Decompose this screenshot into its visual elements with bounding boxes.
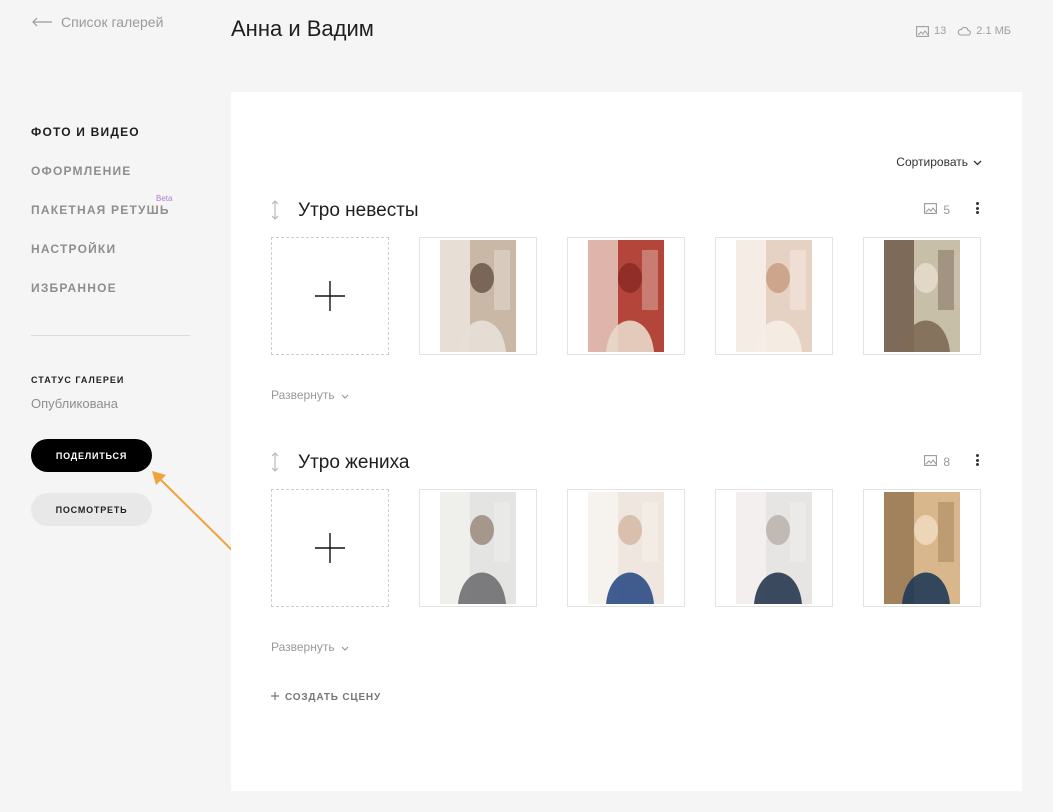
cloud-icon: [957, 26, 972, 36]
photo-thumbnail[interactable]: [419, 489, 537, 607]
storage-size: 2.1 МБ: [976, 25, 1011, 37]
photo-thumbnail[interactable]: [715, 489, 833, 607]
main-panel: Сортировать Утро невесты 5 Развернуть Ут…: [231, 92, 1022, 791]
add-photo-button[interactable]: [271, 237, 389, 355]
plus-icon: [271, 692, 279, 703]
back-link-label: Список галерей: [61, 14, 164, 30]
scene-title: Утро жениха: [298, 452, 410, 473]
drag-handle-icon[interactable]: [271, 200, 279, 225]
photo-grid: [271, 237, 981, 355]
photo-grid: [271, 489, 981, 607]
scene-photo-count: 5: [924, 203, 950, 217]
scene-count-value: 5: [943, 203, 950, 217]
plus-icon: [315, 533, 345, 563]
expand-label: Развернуть: [271, 640, 335, 654]
photo-thumbnail[interactable]: [863, 489, 981, 607]
arrow-left-icon: [31, 17, 53, 27]
photo-bride-smile-icon: [884, 240, 960, 352]
photo-thumbnail[interactable]: [567, 237, 685, 355]
create-scene-label: СОЗДАТЬ СЦЕНУ: [285, 692, 381, 703]
photo-dress-back-icon: [736, 240, 812, 352]
sidebar-item-favorites[interactable]: ИЗБРАННОЕ: [31, 280, 191, 319]
photo-thumbnail[interactable]: [715, 237, 833, 355]
scene-title: Утро невесты: [298, 200, 419, 221]
photo-groom-mirror-icon: [736, 492, 812, 604]
scene-header: Утро жениха 8: [271, 448, 982, 478]
expand-scene-button[interactable]: Развернуть: [271, 388, 349, 402]
create-scene-button[interactable]: СОЗДАТЬ СЦЕНУ: [271, 692, 381, 703]
gallery-stats: 13 2.1 МБ: [916, 25, 1011, 37]
sort-dropdown[interactable]: Сортировать: [896, 155, 982, 169]
beta-badge: Beta: [156, 194, 173, 203]
share-button[interactable]: ПОДЕЛИТЬСЯ: [31, 439, 152, 472]
expand-label: Развернуть: [271, 388, 335, 402]
gallery-status-value: Опубликована: [31, 396, 118, 411]
sort-label: Сортировать: [896, 155, 968, 169]
sidebar-nav: ФОТО И ВИДЕО ОФОРМЛЕНИЕ ПАКЕТНАЯ РЕТУШЬ …: [31, 124, 191, 319]
photo-thumbnail[interactable]: [863, 237, 981, 355]
add-photo-button[interactable]: [271, 489, 389, 607]
view-button[interactable]: ПОСМОТРЕТЬ: [31, 493, 152, 526]
drag-handle-icon[interactable]: [271, 452, 279, 477]
photo-red-shoes-icon: [588, 240, 664, 352]
image-icon: [916, 25, 929, 37]
image-icon: [924, 203, 938, 217]
plus-icon: [315, 281, 345, 311]
scene-count-value: 8: [943, 455, 950, 469]
back-to-galleries-link[interactable]: Список галерей: [31, 14, 163, 30]
photo-cufflinks-icon: [588, 492, 664, 604]
scene-photo-count: 8: [924, 455, 950, 469]
sidebar-item-photo-video[interactable]: ФОТО И ВИДЕО: [31, 124, 191, 163]
sidebar-divider: [31, 335, 190, 336]
photo-count: 13: [934, 25, 947, 37]
photo-thumbnail[interactable]: [567, 489, 685, 607]
image-icon: [924, 455, 938, 469]
chevron-down-icon: [341, 640, 349, 654]
sidebar-item-batch-retouch[interactable]: ПАКЕТНАЯ РЕТУШЬ Beta: [31, 194, 191, 241]
scene-header: Утро невесты 5: [271, 196, 982, 226]
sidebar-item-settings[interactable]: НАСТРОЙКИ: [31, 241, 191, 280]
photo-bedroom-icon: [884, 492, 960, 604]
more-vertical-icon[interactable]: [972, 453, 982, 467]
sidebar-item-label: ПАКЕТНАЯ РЕТУШЬ: [31, 203, 170, 217]
photo-bride-mirror-icon: [440, 240, 516, 352]
chevron-down-icon: [973, 155, 982, 169]
chevron-down-icon: [341, 388, 349, 402]
photo-groom-vest-icon: [440, 492, 516, 604]
expand-scene-button[interactable]: Развернуть: [271, 640, 349, 654]
photo-thumbnail[interactable]: [419, 237, 537, 355]
more-vertical-icon[interactable]: [972, 201, 982, 215]
gallery-status-label: СТАТУС ГАЛЕРЕИ: [31, 375, 125, 385]
page-title: Анна и Вадим: [231, 16, 374, 41]
